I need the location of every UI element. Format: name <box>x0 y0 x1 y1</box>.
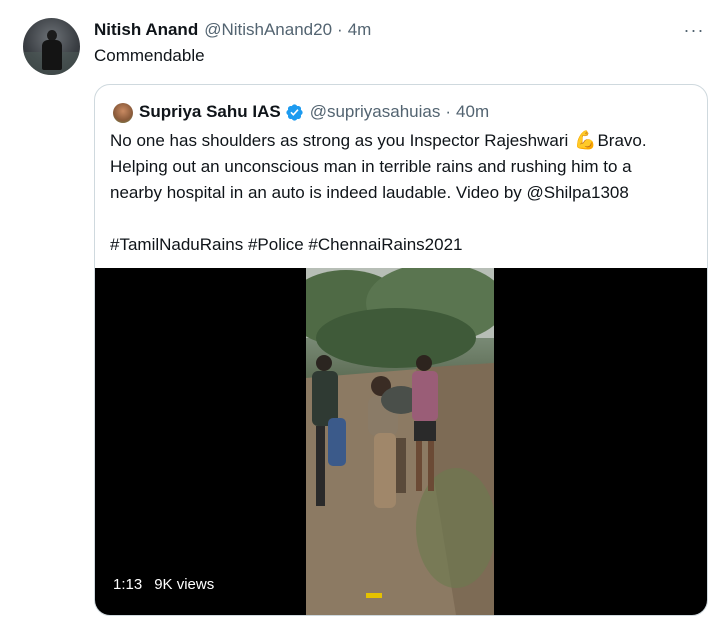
tweet-header: Nitish Anand @NitishAnand20 · 4m <box>94 19 371 41</box>
tweet[interactable]: Nitish Anand @NitishAnand20 · 4m ··· Com… <box>0 0 720 621</box>
quoted-tweet-timestamp[interactable]: 40m <box>456 102 489 122</box>
quoted-text-part-2: Bravo. <box>597 131 647 150</box>
quoted-tweet-header: Supriya Sahu IAS @supriyasahuias · 40m <box>139 100 489 124</box>
separator-dot: · <box>337 20 343 39</box>
quoted-tweet-text: No one has shoulders as strong as you In… <box>110 127 700 258</box>
verified-badge-icon <box>286 103 303 121</box>
quoted-text-part-1: No one has shoulders as strong as you In… <box>110 131 569 150</box>
video-overlay: 1:13 9K views <box>113 576 214 593</box>
author-name[interactable]: Nitish Anand <box>94 20 198 40</box>
quoted-text-line-3: nearby hospital in an auto is indeed lau… <box>110 183 629 202</box>
video-duration: 1:13 <box>113 576 143 593</box>
author-handle[interactable]: @NitishAnand20 <box>204 20 332 40</box>
quoted-text-line-1: No one has shoulders as strong as you In… <box>110 127 700 154</box>
more-icon[interactable]: ··· <box>680 16 708 44</box>
author-avatar[interactable] <box>23 18 80 75</box>
quoted-author-avatar[interactable] <box>113 103 133 123</box>
flexed-biceps-emoji: 💪 <box>574 130 597 150</box>
video-thumbnail[interactable] <box>306 268 494 615</box>
video-view-count: 9K views <box>154 576 215 593</box>
tweet-timestamp[interactable]: 4m <box>348 20 372 40</box>
quoted-tweet[interactable]: Supriya Sahu IAS @supriyasahuias · 40m N… <box>94 84 708 616</box>
video-scene <box>306 268 494 615</box>
quoted-author-name[interactable]: Supriya Sahu IAS <box>139 102 281 122</box>
quoted-separator-dot: · <box>445 102 452 121</box>
more-label: ··· <box>683 19 705 40</box>
quoted-hashtags[interactable]: #TamilNaduRains #Police #ChennaiRains202… <box>110 232 700 258</box>
video-player[interactable]: 1:13 9K views <box>95 268 707 615</box>
quoted-author-handle[interactable]: @supriyasahuias <box>310 102 441 122</box>
quoted-text-line-2: Helping out an unconscious man in terrib… <box>110 157 632 176</box>
tweet-text: Commendable <box>94 46 205 65</box>
